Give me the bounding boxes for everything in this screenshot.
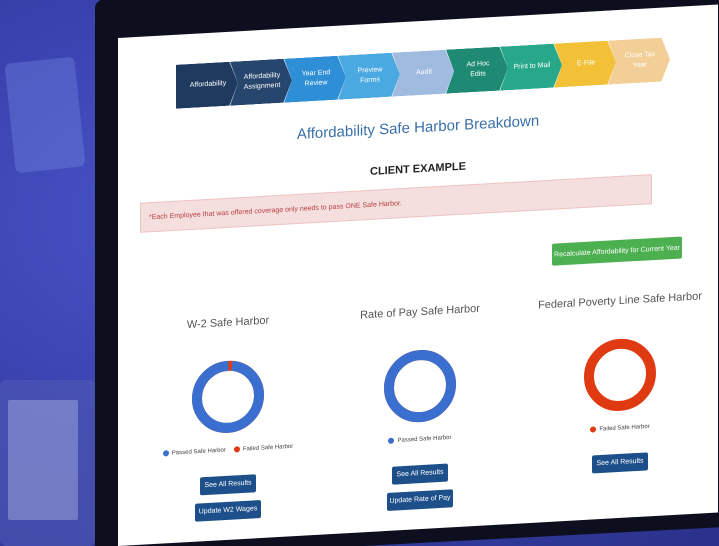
legend-label: Failed Safe Harbor: [242, 443, 294, 453]
see-all-results-button[interactable]: See All Results: [392, 463, 448, 485]
step-affordability-assignment[interactable]: Affordability Assignment: [230, 58, 292, 105]
step-audit[interactable]: Audit: [392, 49, 454, 96]
step-label: Ad Hoc Edits: [466, 60, 490, 79]
step-label: Affordability: [189, 79, 227, 89]
legend-failed: Failed Safe Harbor: [590, 423, 650, 433]
update-w2-wages-button[interactable]: Update W2 Wages: [195, 499, 261, 522]
chart-legend: Passed Safe Harbor: [330, 431, 510, 448]
donut-passed-segment: [384, 350, 456, 423]
step-label: Close Tax Year: [624, 50, 656, 70]
step-affordability[interactable]: Affordability: [176, 61, 238, 108]
legend-label: Passed Safe Harbor: [171, 447, 226, 457]
panel-title: Federal Poverty Line Safe Harbor: [538, 290, 702, 312]
background-frame: [4, 56, 86, 174]
page-title: Affordability Safe Harbor Breakdown: [296, 112, 540, 144]
donut-passed-segment: [192, 360, 264, 433]
step-label: Year End Review: [301, 69, 331, 88]
step-label: Print to Mail: [513, 61, 551, 71]
legend-label: Failed Safe Harbor: [599, 423, 650, 433]
w2-safe-harbor-panel: W-2 Safe Harbor Passed Safe Harbor Faile…: [138, 312, 318, 525]
step-label: Audit: [416, 68, 432, 77]
step-close-tax-year[interactable]: Close Tax Year: [608, 37, 670, 84]
legend-passed: Passed Safe Harbor: [162, 447, 226, 457]
step-e-file[interactable]: E-File: [554, 40, 616, 87]
fpl-donut-chart: [584, 338, 656, 411]
step-preview-forms[interactable]: Preview Forms: [338, 52, 400, 99]
legend-failed: Failed Safe Harbor: [233, 443, 294, 453]
donut-failed-segment: [584, 338, 656, 411]
panel-title: Rate of Pay Safe Harbor: [360, 302, 480, 322]
step-label: E-File: [576, 59, 596, 68]
step-year-end-review[interactable]: Year End Review: [284, 55, 346, 102]
step-print-to-mail[interactable]: Print to Mail: [500, 43, 562, 90]
rate-of-pay-donut-chart: [384, 350, 456, 423]
legend-passed: Passed Safe Harbor: [388, 434, 452, 444]
see-all-results-button[interactable]: See All Results: [592, 451, 648, 474]
chart-legend: Passed Safe Harbor Failed Safe Harbor: [138, 442, 318, 459]
step-ad-hoc-edits[interactable]: Ad Hoc Edits: [446, 46, 508, 93]
panel-title: W-2 Safe Harbor: [186, 314, 270, 332]
recalculate-affordability-button[interactable]: Recalculate Affordability for Current Ye…: [552, 236, 682, 266]
step-label: Affordability Assignment: [243, 71, 281, 91]
see-all-results-button[interactable]: See All Results: [200, 473, 256, 495]
chart-legend: Failed Safe Harbor: [530, 420, 710, 437]
w2-donut-chart: [192, 360, 264, 433]
step-label: Preview Forms: [357, 66, 383, 85]
federal-poverty-line-safe-harbor-panel: Federal Poverty Line Safe Harbor Failed …: [530, 290, 710, 477]
background-monitor: [8, 400, 78, 520]
app-screen: Affordability Affordability Assignment Y…: [118, 4, 718, 546]
update-rate-of-pay-button[interactable]: Update Rate of Pay: [387, 488, 453, 511]
legend-label: Passed Safe Harbor: [397, 434, 452, 444]
rate-of-pay-safe-harbor-panel: Rate of Pay Safe Harbor Passed Safe Harb…: [330, 301, 510, 514]
progress-steps: Affordability Affordability Assignment Y…: [176, 38, 662, 109]
